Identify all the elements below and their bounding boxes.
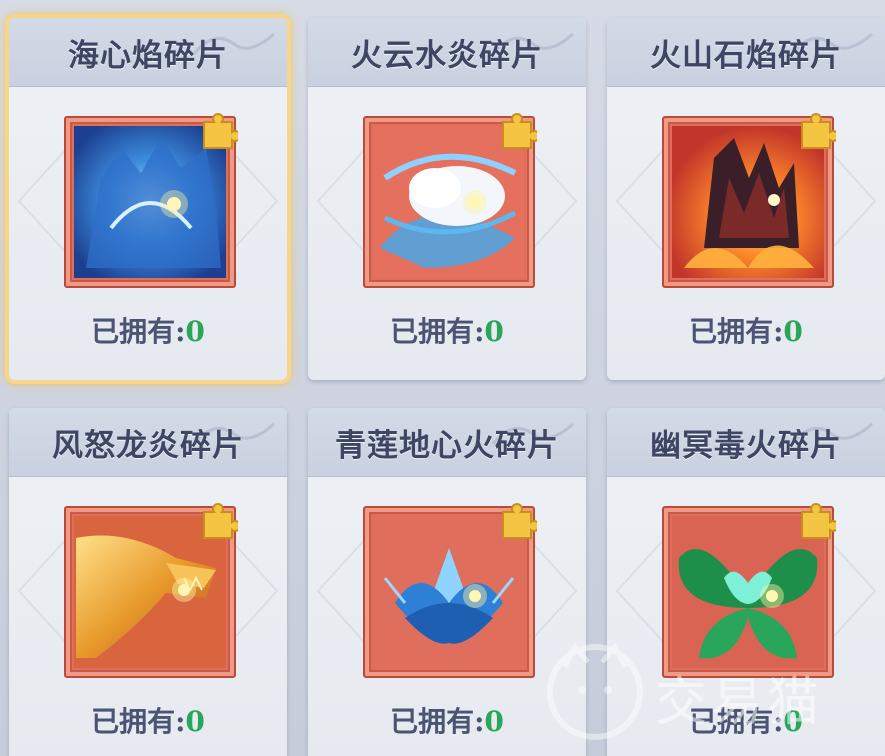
- fragment-art-frame: [363, 113, 537, 288]
- card-title: 火山石焰碎片: [650, 37, 842, 74]
- fragment-art-frame: [662, 113, 836, 288]
- puzzle-piece-icon: [203, 503, 238, 539]
- owned-label: 已拥有:: [390, 315, 485, 348]
- card-title: 海心焰碎片: [68, 37, 228, 74]
- fragment-art-frame: [363, 503, 537, 678]
- fragment-art-frame: [64, 113, 238, 288]
- puzzle-piece-icon: [502, 503, 537, 539]
- card-header: 海心焰碎片: [9, 18, 287, 87]
- card-header: 青莲地心火碎片: [308, 408, 586, 477]
- fragment-card-huoyunshuiyan[interactable]: 火云水炎碎片 已拥有:0: [308, 18, 586, 380]
- card-title: 青莲地心火碎片: [335, 427, 559, 464]
- owned-label: 已拥有:: [390, 705, 485, 738]
- card-title: 幽冥毒火碎片: [650, 427, 842, 464]
- fragment-art-frame: [64, 503, 238, 678]
- owned-count-row: 已拥有:0: [9, 700, 287, 740]
- owned-count-row: 已拥有:0: [308, 310, 586, 350]
- card-header: 幽冥毒火碎片: [607, 408, 885, 477]
- watermark-text: 交易猫: [655, 673, 824, 733]
- card-header: 火云水炎碎片: [308, 18, 586, 87]
- owned-count: 0: [484, 705, 504, 738]
- owned-count-row: 已拥有:0: [9, 310, 287, 350]
- puzzle-piece-icon: [801, 113, 836, 149]
- owned-count: 0: [783, 315, 803, 348]
- puzzle-piece-icon: [203, 113, 238, 149]
- owned-label: 已拥有:: [91, 315, 186, 348]
- owned-count-row: 已拥有:0: [607, 310, 885, 350]
- owned-count: 0: [185, 705, 205, 738]
- fragment-grid: 海心焰碎片 已拥有:0 火云水炎碎片 已拥有:0 火山石焰碎片 已拥有:0 风怒…: [0, 0, 885, 756]
- card-title: 火云水炎碎片: [351, 37, 543, 74]
- card-header: 风怒龙炎碎片: [9, 408, 287, 477]
- puzzle-piece-icon: [801, 503, 836, 539]
- owned-label: 已拥有:: [91, 705, 186, 738]
- fragment-card-haixinyan[interactable]: 海心焰碎片 已拥有:0: [9, 18, 287, 380]
- owned-count: 0: [484, 315, 504, 348]
- puzzle-piece-icon: [502, 113, 537, 149]
- fragment-card-fengnulongyan[interactable]: 风怒龙炎碎片 已拥有:0: [9, 408, 287, 756]
- owned-count: 0: [185, 315, 205, 348]
- fragment-card-huoshanshiyan[interactable]: 火山石焰碎片 已拥有:0: [607, 18, 885, 380]
- card-header: 火山石焰碎片: [607, 18, 885, 87]
- card-title: 风怒龙炎碎片: [52, 427, 244, 464]
- owned-label: 已拥有:: [689, 315, 784, 348]
